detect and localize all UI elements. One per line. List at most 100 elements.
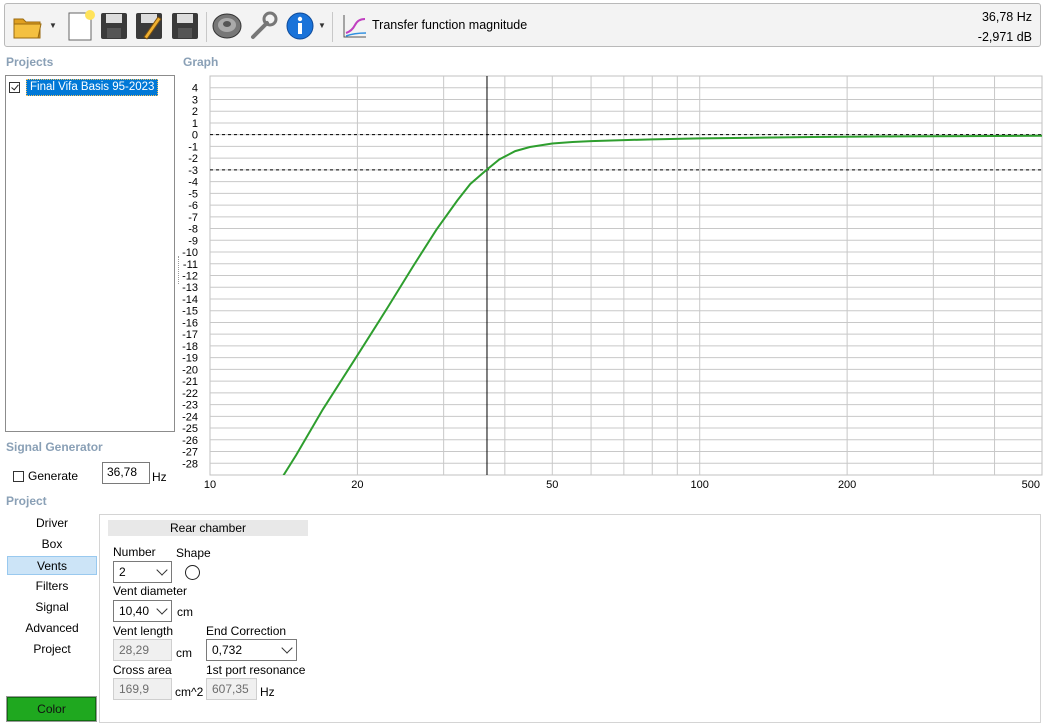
rear-chamber-header: Rear chamber [108, 520, 308, 536]
project-name[interactable]: Final Vifa Basis 95-2023 [26, 79, 159, 96]
y-tick-label: -24 [182, 411, 198, 423]
vent-number-value: 2 [119, 565, 126, 579]
toolbar-separator [206, 12, 207, 42]
port-resonance-unit: Hz [260, 685, 275, 699]
y-tick-label: -15 [182, 306, 198, 318]
graph-heading: Graph [183, 55, 219, 69]
x-tick-label: 20 [351, 479, 363, 491]
port-resonance-label: 1st port resonance [206, 663, 306, 677]
y-tick-label: 3 [192, 94, 198, 106]
info-icon[interactable] [283, 9, 317, 43]
chevron-down-icon [281, 642, 293, 654]
circle-shape-icon[interactable] [185, 565, 200, 580]
y-tick-label: -19 [182, 353, 198, 365]
y-tick-label: 4 [192, 83, 198, 95]
nav-item-vents[interactable]: Vents [7, 556, 97, 575]
port-resonance-field: 607,35 [206, 678, 257, 700]
generate-checkbox[interactable] [13, 470, 24, 482]
color-button[interactable]: Color [6, 696, 97, 722]
end-correction-select[interactable]: 0,732 [206, 639, 297, 661]
number-label: Number [113, 545, 156, 559]
vent-diameter-value: 10,40 [119, 604, 150, 618]
y-tick-label: -26 [182, 435, 198, 447]
project-visible-checkbox[interactable] [9, 82, 20, 93]
y-tick-label: -25 [182, 423, 198, 435]
y-tick-label: 1 [192, 118, 198, 130]
chevron-down-icon [156, 564, 168, 576]
y-tick-label: -28 [182, 458, 198, 470]
y-tick-label: -17 [182, 329, 198, 341]
speaker-icon[interactable] [210, 9, 244, 43]
vent-diameter-unit: cm [177, 605, 193, 619]
nav-item-filters[interactable]: Filters [7, 577, 97, 596]
generate-label: Generate [28, 469, 79, 483]
vent-diameter-select[interactable]: 10,40 [113, 600, 172, 622]
save-as-icon[interactable] [168, 9, 202, 43]
vent-length-field: 28,29 [113, 639, 172, 661]
edit-save-icon[interactable] [132, 9, 166, 43]
open-folder-icon[interactable] [11, 9, 45, 43]
y-tick-label: -14 [182, 294, 198, 306]
y-tick-label: -20 [182, 364, 198, 376]
y-tick-label: -10 [182, 247, 198, 259]
cross-area-label: Cross area [113, 663, 172, 677]
save-icon[interactable] [97, 9, 131, 43]
end-correction-value: 0,732 [212, 643, 243, 657]
cross-area-unit: cm^2 [175, 685, 204, 699]
vent-length-unit: cm [176, 646, 192, 660]
nav-item-box[interactable]: Box [7, 535, 97, 554]
x-tick-label: 500 [1022, 479, 1040, 491]
vent-length-label: Vent length [113, 624, 174, 638]
generate-control[interactable]: Generate [13, 469, 78, 483]
y-tick-label: -6 [188, 200, 198, 212]
y-tick-label: -9 [188, 235, 198, 247]
y-tick-label: -2 [188, 153, 198, 165]
new-document-icon[interactable] [63, 9, 97, 43]
y-tick-label: -11 [183, 259, 198, 271]
vent-number-select[interactable]: 2 [113, 561, 172, 583]
shape-label: Shape [176, 546, 211, 560]
chevron-down-icon [156, 603, 168, 615]
nav-item-advanced[interactable]: Advanced [7, 619, 97, 638]
nav-item-signal[interactable]: Signal [7, 598, 97, 617]
signal-generator-heading: Signal Generator [6, 440, 103, 454]
x-tick-label: 50 [546, 479, 558, 491]
project-heading: Project [6, 494, 47, 508]
y-tick-label: -27 [182, 447, 198, 459]
x-tick-label: 10 [204, 479, 216, 491]
toolbar: ▼ ▼ Transfer function magnitude 36,78 Hz… [4, 3, 1041, 47]
projects-list[interactable]: Final Vifa Basis 95-2023 [5, 75, 175, 432]
toolbar-separator [332, 12, 333, 42]
info-dropdown-caret-icon[interactable]: ▼ [318, 22, 326, 30]
y-tick-label: -13 [182, 282, 198, 294]
y-tick-label: 0 [192, 130, 198, 142]
project-list-item[interactable]: Final Vifa Basis 95-2023 [9, 79, 159, 96]
graph-type-title: Transfer function magnitude [372, 18, 528, 32]
end-correction-label: End Correction [206, 624, 287, 638]
y-tick-label: -1 [188, 141, 198, 153]
cursor-frequency-readout: 36,78 Hz [981, 10, 1032, 24]
y-tick-label: 2 [192, 106, 198, 118]
generator-frequency-unit: Hz [152, 470, 167, 484]
y-tick-label: -5 [188, 188, 198, 200]
y-tick-label: -22 [182, 388, 198, 400]
transfer-function-icon[interactable] [338, 9, 372, 43]
y-tick-label: -12 [182, 271, 198, 283]
y-tick-label: -16 [182, 317, 198, 329]
magnitude-chart[interactable]: 43210-1-2-3-4-5-6-7-8-9-10-11-12-13-14-1… [178, 72, 1044, 492]
vent-diameter-label: Vent diameter [113, 584, 188, 598]
nav-item-project[interactable]: Project [7, 640, 97, 659]
cross-area-field: 169,9 [113, 678, 172, 700]
open-dropdown-caret-icon[interactable]: ▼ [49, 22, 57, 30]
settings-wrench-icon[interactable] [247, 9, 281, 43]
cursor-level-readout: -2,971 dB [977, 30, 1032, 44]
y-tick-label: -4 [188, 177, 198, 189]
y-tick-label: -21 [182, 376, 198, 388]
graph-panel[interactable]: 4 3 2 1 0 -1 -2 -3 -4 -5 -6 -7 -8 -9 -10 -11 -12 -13 -14 -1… [178, 72, 1044, 492]
y-tick-label: -7 [188, 212, 198, 224]
projects-heading: Projects [6, 55, 54, 69]
vents-panel: Rear chamber Number Shape 2 Vent diamete… [99, 514, 1041, 723]
y-tick-label: -23 [182, 400, 198, 412]
generator-frequency-input[interactable]: 36,78 [102, 462, 150, 484]
nav-item-driver[interactable]: Driver [7, 514, 97, 533]
